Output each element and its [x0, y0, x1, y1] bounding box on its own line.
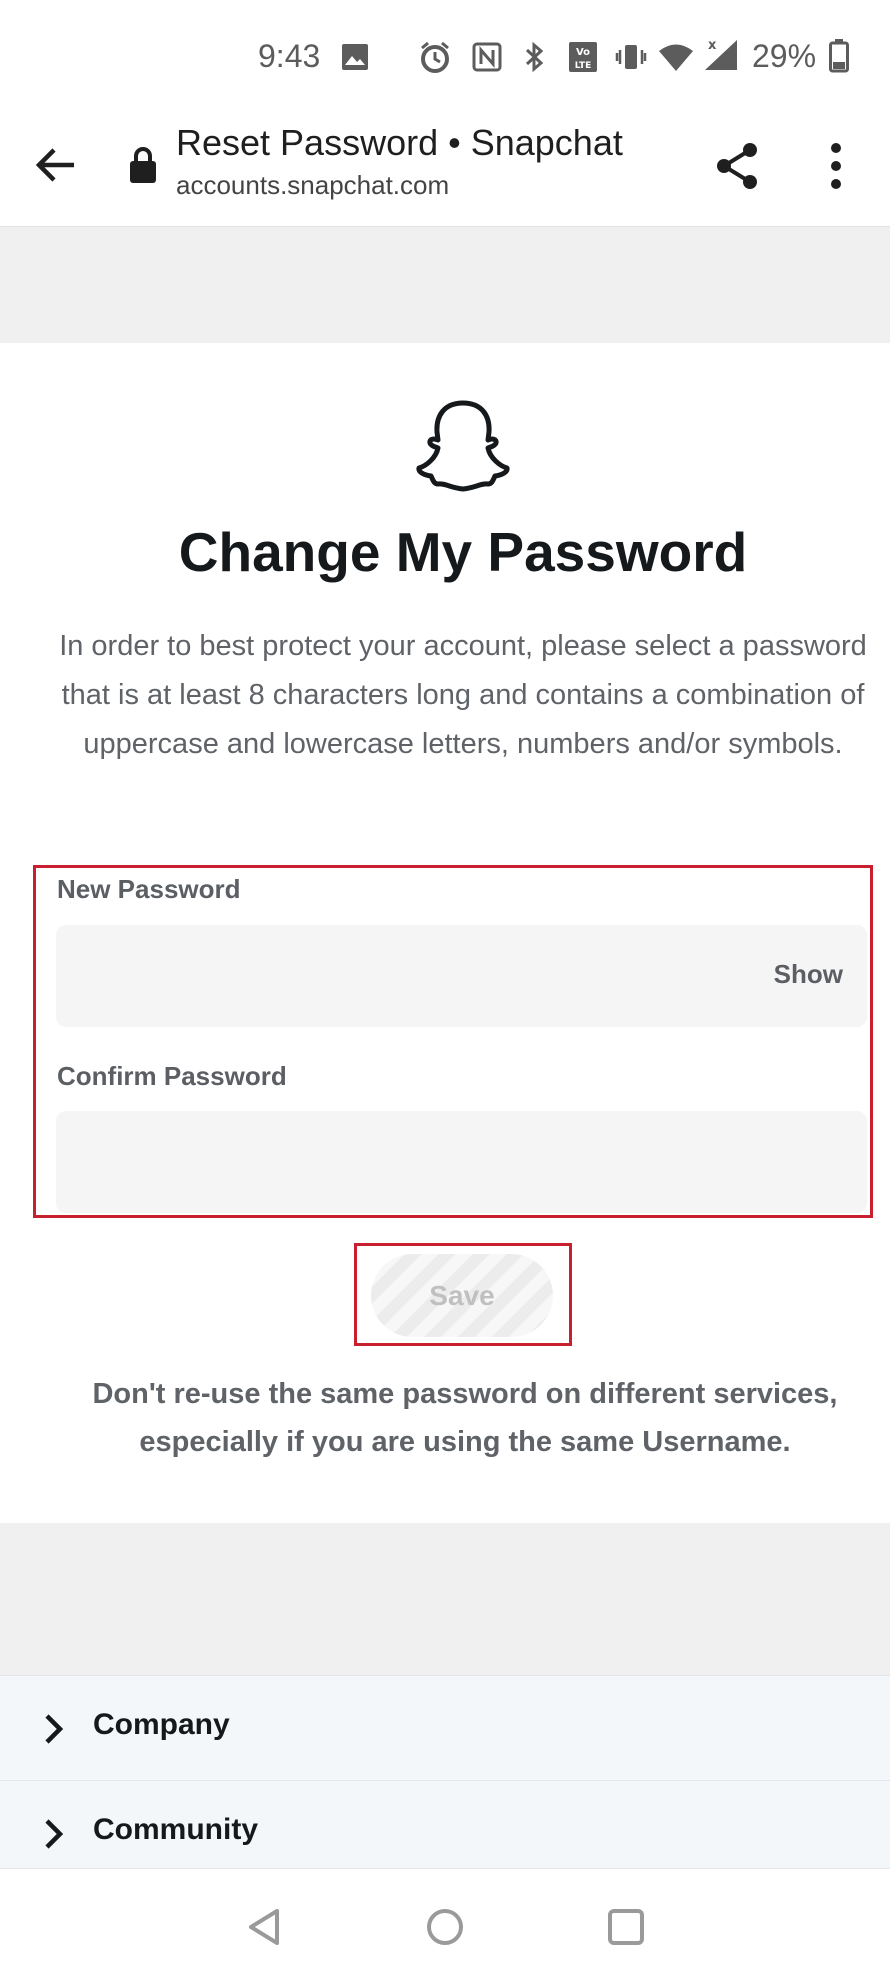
nfc-icon — [471, 42, 503, 72]
signal-icon: x — [703, 36, 739, 72]
lock-icon[interactable] — [128, 146, 158, 184]
more-vert-icon[interactable] — [816, 138, 856, 194]
nav-recents-icon[interactable] — [606, 1907, 646, 1947]
wifi-icon — [657, 42, 695, 72]
confirm-password-label: Confirm Password — [57, 1061, 287, 1091]
password-reuse-note: Don't re-use the same password on differ… — [92, 1378, 838, 1458]
snapchat-ghost-logo — [414, 398, 512, 494]
page-url[interactable]: accounts.snapchat.com — [176, 170, 449, 201]
bluetooth-icon — [520, 41, 550, 73]
confirm-password-input[interactable] — [56, 1111, 867, 1213]
back-arrow-icon[interactable] — [32, 140, 82, 190]
save-button[interactable]: Save — [371, 1254, 553, 1337]
footer-item-company[interactable]: Company — [0, 1675, 890, 1781]
new-password-label: New Password — [57, 874, 241, 904]
save-button-highlight: Save — [354, 1243, 572, 1346]
chevron-right-icon — [42, 1817, 66, 1851]
page-heading: Change My Password — [178, 521, 748, 583]
password-form-highlight: New Password Show Confirm Password — [33, 865, 873, 1218]
image-icon — [340, 42, 370, 72]
vibrate-icon — [615, 42, 647, 72]
top-gray-band — [0, 227, 890, 343]
footer-item-label: Community — [93, 1813, 258, 1846]
share-icon[interactable] — [710, 138, 766, 194]
browser-toolbar: Reset Password • Snapchat accounts.snapc… — [0, 118, 890, 227]
footer-item-label: Company — [93, 1708, 230, 1741]
bottom-gray-band — [0, 1523, 890, 1675]
system-navigation-bar — [0, 1868, 890, 1979]
status-bar: 9:43 Vo LTE x 29% — [0, 0, 890, 118]
chevron-right-icon — [42, 1712, 66, 1746]
battery-percent: 29% — [752, 38, 817, 74]
nav-home-icon[interactable] — [425, 1907, 465, 1947]
show-password-button[interactable]: Show — [774, 959, 843, 990]
nav-back-icon[interactable] — [245, 1907, 285, 1947]
svg-text:Vo: Vo — [576, 47, 590, 58]
volte-icon: Vo LTE — [567, 42, 599, 72]
svg-text:LTE: LTE — [575, 61, 592, 71]
page-title: Reset Password • Snapchat — [176, 122, 623, 163]
new-password-input[interactable]: Show — [56, 925, 867, 1027]
footer-item-community[interactable]: Community — [0, 1780, 890, 1869]
svg-text:x: x — [708, 38, 717, 53]
battery-icon — [828, 38, 850, 74]
status-time: 9:43 — [258, 38, 321, 74]
password-instructions: In order to best protect your account, p… — [59, 630, 867, 760]
alarm-icon — [417, 41, 453, 73]
